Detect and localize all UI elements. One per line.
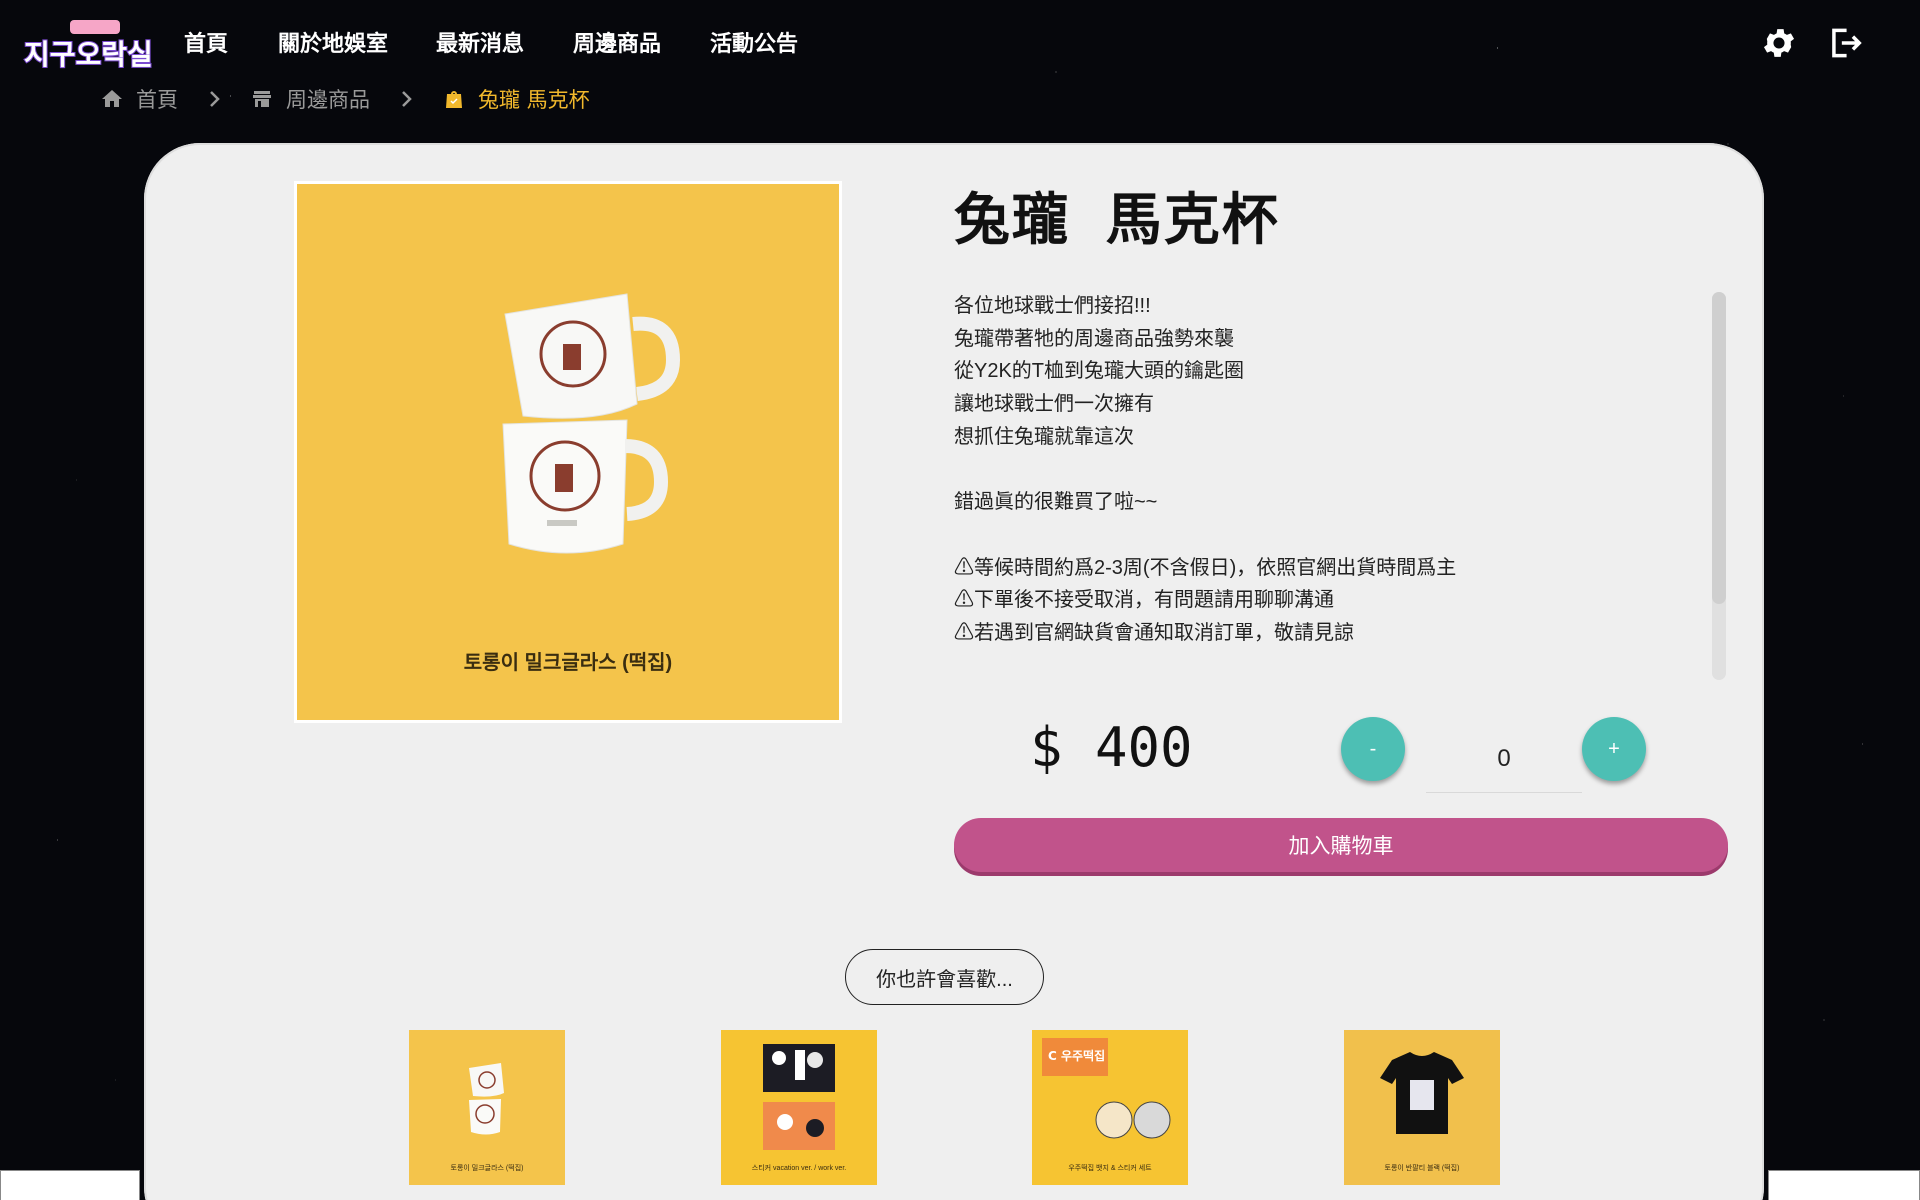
svg-text:지구오락실: 지구오락실	[24, 38, 153, 71]
left-edge-panel	[0, 1170, 140, 1200]
breadcrumb-shop-label: 周邊商品	[286, 88, 370, 112]
suggested-product[interactable]: 토롱이 밀크글라스 (떡집)	[409, 1030, 565, 1185]
description-line: 想抓住兔瓏就靠這次	[954, 425, 1134, 448]
right-edge-panel	[1768, 1170, 1920, 1200]
badge-thumbnail: C 우주떡집	[1042, 1038, 1171, 1139]
bag-icon	[446, 91, 462, 108]
mug-thumbnail	[469, 1063, 504, 1135]
top-navbar: 지구오락실 首頁 關於地娛室 最新消息 周邊商品 活動公告	[0, 0, 1920, 80]
breadcrumb-home-label: 首頁	[136, 88, 178, 112]
suggested-product[interactable]: 스티커 vacation ver. / work ver.	[721, 1030, 877, 1185]
description-line: ⚠若遇到官網缺貨會通知取消訂單，敬請見諒	[954, 622, 1354, 644]
chevron-right-icon	[402, 91, 412, 107]
logout-icon[interactable]	[1826, 24, 1864, 62]
gear-icon[interactable]	[1760, 24, 1798, 62]
mug-illustration	[502, 293, 681, 554]
nav-events[interactable]: 活動公告	[710, 26, 798, 58]
chevron-right-icon	[210, 91, 220, 107]
description-scrollbar[interactable]	[1712, 292, 1726, 680]
description-line: 各位地球戰士們接招!!!	[954, 295, 1151, 317]
nav-merch[interactable]: 周邊商品	[573, 26, 661, 58]
suggestions-heading: 你也許會喜歡...	[845, 949, 1044, 1005]
scrollbar-thumb[interactable]	[1712, 292, 1726, 604]
nav-news[interactable]: 最新消息	[436, 26, 524, 58]
breadcrumb-current: 兔瓏 馬克杯	[442, 84, 590, 114]
suggested-product-caption: 토롱이 밀크글라스 (떡집)	[450, 1165, 524, 1172]
suggested-product[interactable]: 토롱이 반팔티 블랙 (떡집)	[1344, 1030, 1500, 1185]
description-line: ⚠下單後不接受取消，有問題請用聊聊溝通	[954, 589, 1334, 612]
description-line: ⚠等候時間約爲2-3周(不含假日)，依照官網出貨時間爲主	[954, 556, 1457, 579]
breadcrumb-shop[interactable]: 周邊商品	[250, 84, 370, 114]
sticker-thumbnail	[763, 1044, 835, 1150]
description-line	[954, 454, 1704, 487]
increase-quantity-button[interactable]: +	[1582, 717, 1646, 781]
description-line: 讓地球戰士們一次擁有	[954, 393, 1154, 416]
add-to-cart-button[interactable]: 加入購物車	[954, 818, 1728, 872]
svg-text:C 우주떡집: C 우주떡집	[1048, 1048, 1105, 1063]
description-line: 從Y2K的T桖到兔瓏大頭的鑰匙圈	[954, 360, 1245, 383]
product-description: 各位地球戰士們接招!!! 兔瓏帶著牠的周邊商品強勢來襲 從Y2K的T桖到兔瓏大頭…	[954, 290, 1704, 680]
decrease-quantity-button[interactable]: -	[1341, 717, 1405, 781]
breadcrumb-home[interactable]: 首頁	[100, 84, 178, 114]
nav-home[interactable]: 首頁	[184, 26, 228, 58]
description-line	[954, 519, 1704, 552]
nav-about[interactable]: 關於地娛室	[278, 26, 388, 58]
suggested-product-caption: 우주떡집 뱃지 & 스티커 세트	[1068, 1165, 1152, 1172]
description-line: 兔瓏帶著牠的周邊商品強勢來襲	[954, 327, 1234, 350]
quantity-input[interactable]	[1426, 725, 1582, 793]
breadcrumb-current-label: 兔瓏 馬克杯	[478, 88, 590, 112]
store-icon	[253, 91, 271, 107]
breadcrumb: 首頁 周邊商品 兔瓏 馬克杯	[100, 84, 590, 114]
home-icon	[102, 90, 122, 107]
tshirt-thumbnail	[1380, 1052, 1464, 1134]
suggested-product-caption: 스티커 vacation ver. / work ver.	[751, 1165, 847, 1172]
product-price: $ 400	[1030, 716, 1193, 779]
product-image-caption: 토롱이 밀크글라스 (떡집)	[463, 652, 673, 674]
suggested-product[interactable]: C 우주떡집 우주떡집 뱃지 & 스티커 세트	[1032, 1030, 1188, 1185]
site-logo[interactable]: 지구오락실	[18, 18, 160, 72]
description-line: 錯過眞的很難買了啦~~	[954, 491, 1158, 514]
product-title: 兔瓏 馬克杯	[954, 188, 1280, 253]
product-image: 토롱이 밀크글라스 (떡집)	[294, 181, 842, 723]
suggested-product-caption: 토롱이 반팔티 블랙 (떡집)	[1384, 1165, 1460, 1172]
